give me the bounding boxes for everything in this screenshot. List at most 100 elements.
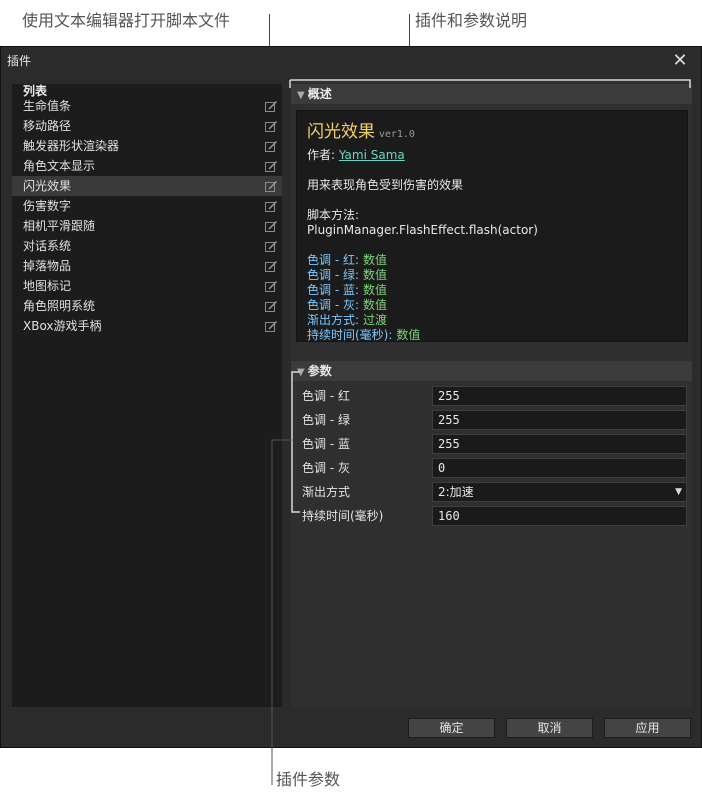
edit-icon[interactable] xyxy=(264,319,278,333)
edit-icon[interactable] xyxy=(264,99,278,113)
edit-icon[interactable] xyxy=(264,199,278,213)
param-doc-line: 色调 - 蓝: 数值 xyxy=(307,283,677,298)
parameter-label: 渐出方式 xyxy=(302,485,351,499)
annotation-plugin-description: 插件和参数说明 xyxy=(415,11,528,30)
plugin-description-text: 用来表现角色受到伤害的效果 xyxy=(307,178,464,192)
description-box: 闪光效果 ver1.0 作者: Yami Sama 用来表现角色受到伤害的效果 … xyxy=(296,110,688,342)
plugin-list-item[interactable]: 移动路径 xyxy=(12,116,282,136)
plugin-list-item-label: 触发器形状渲染器 xyxy=(23,139,120,153)
script-method-label: 脚本方法: xyxy=(307,208,360,222)
param-doc-name: 色调 - 蓝: xyxy=(307,283,360,297)
apply-button[interactable]: 应用 xyxy=(604,718,691,738)
plugin-list-item-label: XBox游戏手柄 xyxy=(23,319,102,333)
plugin-list-item-label: 相机平滑跟随 xyxy=(23,219,96,233)
plugin-list-item[interactable]: 角色文本显示 xyxy=(12,156,282,176)
list-items: 生命值条移动路径触发器形状渲染器 角色文本显示 闪光效果伤害数字相机平滑跟随 对话系统… xyxy=(12,96,282,336)
ok-button[interactable]: 确定 xyxy=(408,718,495,738)
close-icon[interactable]: ✕ xyxy=(669,50,691,72)
parameter-label: 色调 - 蓝 xyxy=(302,437,350,451)
plugin-list-item[interactable]: 角色照明系统 xyxy=(12,296,282,316)
parameter-label: 色调 - 绿 xyxy=(302,413,350,427)
parameter-label: 色调 - 灰 xyxy=(302,461,350,475)
parameter-value: 255 xyxy=(438,413,460,427)
parameter-input[interactable]: 160 xyxy=(432,506,687,526)
edit-icon[interactable] xyxy=(264,119,278,133)
author-link[interactable]: Yami Sama xyxy=(339,148,405,162)
collapse-triangle-icon: ▼ xyxy=(297,367,305,378)
parameter-input[interactable]: 0 xyxy=(432,458,687,478)
plugin-list-item[interactable]: 对话系统 xyxy=(12,236,282,256)
plugin-list-item[interactable]: 闪光效果 xyxy=(12,176,282,196)
param-doc-name: 色调 - 绿: xyxy=(307,268,360,282)
plugin-list-item-label: 掉落物品 xyxy=(23,259,72,273)
parameter-value: 255 xyxy=(438,437,460,451)
annotation-open-in-editor: 使用文本编辑器打开脚本文件 xyxy=(22,11,231,30)
plugin-list-item[interactable]: 伤害数字 xyxy=(12,196,282,216)
param-doc-type: 数值 xyxy=(396,328,421,342)
edit-icon[interactable] xyxy=(264,259,278,273)
plugin-list-item-label: 移动路径 xyxy=(23,119,72,133)
parameter-input[interactable]: 255 xyxy=(432,434,687,454)
plugin-list-item-label: 闪光效果 xyxy=(23,179,72,193)
plugin-list: 列表 生命值条 移动路径 触发器形状渲染器 角色文本显示 闪光效果 伤害数字 相机平滑跟随对… xyxy=(12,84,282,707)
plugin-list-item[interactable]: 触发器形状渲染器 xyxy=(12,136,282,156)
param-doc-name: 色调 - 红: xyxy=(307,253,360,267)
parameter-value: 0 xyxy=(438,461,446,475)
parameter-input[interactable]: 255 xyxy=(432,386,687,406)
script-method: PluginManager.FlashEffect.flash(actor) xyxy=(307,223,538,237)
param-doc-type: 过渡 xyxy=(363,313,388,327)
plugin-list-item[interactable]: XBox游戏手柄 xyxy=(12,316,282,336)
plugin-list-item-label: 角色照明系统 xyxy=(23,299,96,313)
parameter-row: 色调 - 红 255 xyxy=(302,386,688,406)
edit-icon[interactable] xyxy=(264,239,278,253)
overview-header[interactable]: ▼ 概述 xyxy=(291,84,692,104)
param-doc-name: 渐出方式: xyxy=(307,313,360,327)
param-doc-type: 数值 xyxy=(363,283,388,297)
parameter-select[interactable]: 2:加速 ▼ xyxy=(432,482,687,502)
parameter-label: 色调 - 红 xyxy=(302,389,350,403)
edit-icon[interactable] xyxy=(264,279,278,293)
parameter-value: 160 xyxy=(438,509,460,523)
parameter-row: 持续时间(毫秒) 160 xyxy=(302,506,688,526)
param-doc-line: 持续时间(毫秒): 数值 xyxy=(307,328,677,343)
parameter-input[interactable]: 255 xyxy=(432,410,687,430)
cancel-button[interactable]: 取消 xyxy=(506,718,593,738)
plugin-list-item-label: 对话系统 xyxy=(23,239,72,253)
plugin-list-item[interactable]: 生命值条 xyxy=(12,96,282,116)
plugin-detail-panel: ▼ 概述 闪光效果 ver1.0 作者: Yami Sama 用来表现角色受到伤害… xyxy=(291,80,692,708)
plugin-list-item-label: 伤害数字 xyxy=(23,199,72,213)
parameter-value: 255 xyxy=(438,389,460,403)
plugin-version: ver1.0 xyxy=(378,129,415,140)
parameter-row: 渐出方式 2:加速 ▼ xyxy=(302,482,688,502)
plugin-list-item[interactable]: 地图标记 xyxy=(12,276,282,296)
plugin-title: 闪光效果 xyxy=(307,122,375,142)
edit-icon[interactable] xyxy=(264,159,278,173)
edit-icon[interactable] xyxy=(264,139,278,153)
parameter-row: 色调 - 蓝 255 xyxy=(302,434,688,454)
param-doc-line: 色调 - 灰: 数值 xyxy=(307,298,677,313)
chevron-down-icon[interactable]: ▼ xyxy=(675,483,682,501)
plugin-dialog: 插件 ✕ 列表 生命值条 移动路径 触发器形状渲染器 角色文本显示 闪光效果 伤害数字 相机… xyxy=(0,46,702,748)
annotation-plugin-params: 插件参数 xyxy=(276,770,341,789)
plugin-list-item-label: 角色文本显示 xyxy=(23,159,96,173)
plugin-list-item[interactable]: 掉落物品 xyxy=(12,256,282,276)
edit-icon[interactable] xyxy=(264,219,278,233)
parameter-row: 色调 - 灰 0 xyxy=(302,458,688,478)
param-doc-type: 数值 xyxy=(363,253,388,267)
plugin-list-item-label: 地图标记 xyxy=(23,279,72,293)
parameter-value: 2:加速 xyxy=(438,485,474,499)
parameters-header[interactable]: ▼ 参数 xyxy=(291,361,692,381)
edit-icon[interactable] xyxy=(264,299,278,313)
plugin-list-item-label: 生命值条 xyxy=(23,99,72,113)
param-doc-line: 色调 - 红: 数值 xyxy=(307,253,677,268)
edit-icon[interactable] xyxy=(264,179,278,193)
param-doc-line: 色调 - 绿: 数值 xyxy=(307,268,677,283)
author-line: 作者: Yami Sama xyxy=(307,148,405,162)
param-doc-name: 色调 - 灰: xyxy=(307,298,360,312)
parameter-label: 持续时间(毫秒) xyxy=(302,509,384,523)
param-doc-type: 数值 xyxy=(363,268,388,282)
plugin-list-item[interactable]: 相机平滑跟随 xyxy=(12,216,282,236)
param-doc-name: 持续时间(毫秒): xyxy=(307,328,393,342)
param-doc-type: 数值 xyxy=(363,298,388,312)
param-doc-list: 色调 - 红: 数值 色调 - 绿: 数值 色调 - 蓝: 数值 色调 - 灰: 数值 渐出方式… xyxy=(307,253,677,343)
